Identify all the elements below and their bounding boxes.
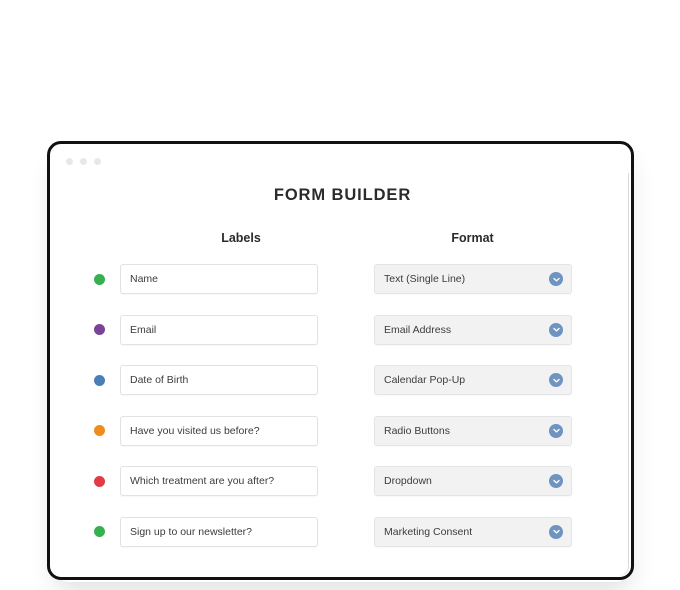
- format-select[interactable]: Marketing Consent: [374, 516, 572, 547]
- format-cell: Text (Single Line): [362, 264, 591, 295]
- maximize-dot-icon[interactable]: [94, 157, 101, 165]
- format-column-header: Format: [451, 231, 494, 245]
- chevron-down-icon[interactable]: [549, 423, 563, 438]
- format-select-value: Dropdown: [384, 475, 432, 488]
- form-row: Have you visited us before? Radio Buttons: [94, 406, 591, 457]
- format-select-value: Radio Buttons: [384, 424, 450, 437]
- label-input-value: Which treatment are you after?: [130, 475, 275, 488]
- label-input[interactable]: Which treatment are you after?: [120, 466, 318, 497]
- status-dot-red: [94, 475, 105, 487]
- label-input-value: Have you visited us before?: [130, 424, 260, 437]
- window-titlebar: [56, 149, 629, 173]
- format-cell: Calendar Pop-Up: [362, 365, 591, 396]
- format-select[interactable]: Calendar Pop-Up: [374, 365, 572, 396]
- label-cell: Name: [94, 264, 362, 295]
- label-input-value: Name: [130, 273, 159, 286]
- format-select[interactable]: Email Address: [374, 314, 572, 345]
- form-row: Name Text (Single Line): [94, 254, 591, 305]
- status-dot-green: [94, 273, 105, 285]
- columns-header: Labels Format: [70, 231, 615, 245]
- label-input[interactable]: Email: [120, 314, 318, 345]
- form-row: Date of Birth Calendar Pop-Up: [94, 355, 591, 406]
- format-select[interactable]: Dropdown: [374, 466, 572, 497]
- label-input-value: Date of Birth: [130, 374, 189, 387]
- label-cell: Have you visited us before?: [94, 415, 362, 446]
- status-dot-green: [94, 526, 105, 538]
- label-input[interactable]: Sign up to our newsletter?: [120, 516, 318, 547]
- form-row: Sign up to our newsletter? Marketing Cons…: [94, 507, 591, 558]
- form-row: Which treatment are you after? Dropdown: [94, 456, 591, 507]
- label-input-value: Email: [130, 323, 157, 336]
- browser-window-frame: FORM BUILDER Labels Format Name Text (Sin…: [47, 141, 634, 580]
- label-cell: Date of Birth: [94, 365, 362, 396]
- close-dot-icon[interactable]: [66, 157, 73, 165]
- label-cell: Sign up to our newsletter?: [94, 516, 362, 547]
- format-select-value: Text (Single Line): [384, 273, 466, 286]
- format-select-value: Calendar Pop-Up: [384, 374, 466, 387]
- format-cell: Marketing Consent: [362, 516, 591, 547]
- label-input[interactable]: Date of Birth: [120, 365, 318, 396]
- format-select-value: Marketing Consent: [384, 525, 473, 538]
- format-cell: Dropdown: [362, 466, 591, 497]
- format-cell: Email Address: [362, 314, 591, 345]
- label-input[interactable]: Name: [120, 264, 318, 295]
- chevron-down-icon[interactable]: [549, 373, 563, 388]
- status-dot-blue: [94, 374, 105, 386]
- format-select[interactable]: Radio Buttons: [374, 415, 572, 446]
- chevron-down-icon[interactable]: [549, 474, 563, 489]
- chevron-down-icon[interactable]: [549, 272, 563, 287]
- form-rows-list: Name Text (Single Line) Email Email Address…: [70, 254, 615, 557]
- form-builder-content: FORM BUILDER Labels Format Name Text (Sin…: [56, 186, 629, 557]
- label-cell: Email: [94, 314, 362, 345]
- page-title: FORM BUILDER: [273, 186, 412, 204]
- format-select-value: Email Address: [384, 323, 452, 336]
- chevron-down-icon[interactable]: [549, 524, 563, 539]
- form-row: Email Email Address: [94, 305, 591, 356]
- chevron-down-icon[interactable]: [549, 322, 563, 337]
- label-input[interactable]: Have you visited us before?: [120, 415, 318, 446]
- minimize-dot-icon[interactable]: [80, 157, 87, 165]
- format-select[interactable]: Text (Single Line): [374, 264, 572, 295]
- status-dot-purple: [94, 324, 105, 336]
- format-cell: Radio Buttons: [362, 415, 591, 446]
- label-input-value: Sign up to our newsletter?: [130, 525, 252, 538]
- app-root: FORM BUILDER Labels Format Name Text (Sin…: [0, 0, 680, 590]
- status-dot-orange: [94, 425, 105, 437]
- window-panel: FORM BUILDER Labels Format Name Text (Sin…: [56, 149, 629, 576]
- labels-column-header: Labels: [221, 231, 261, 245]
- label-cell: Which treatment are you after?: [94, 466, 362, 497]
